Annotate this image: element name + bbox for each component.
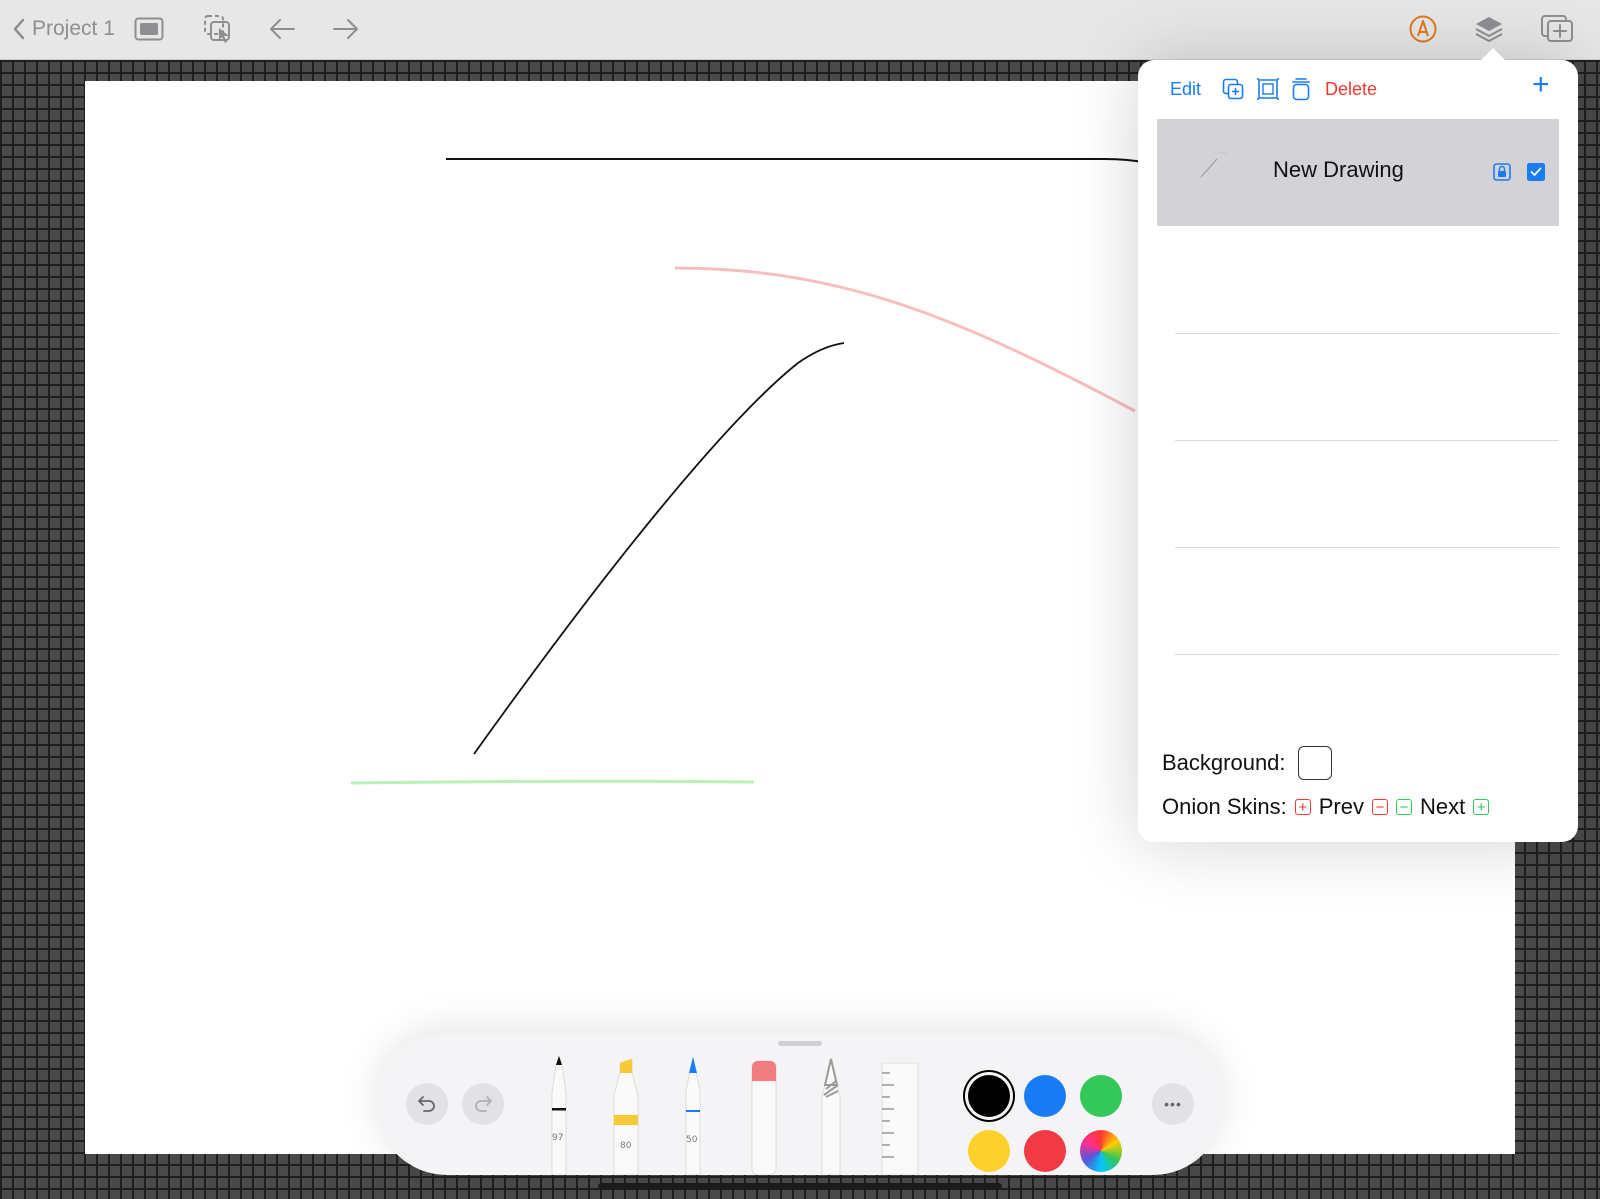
checkmark-icon bbox=[1527, 163, 1545, 181]
empty-layer-divider bbox=[1175, 440, 1559, 441]
color-picker[interactable] bbox=[1080, 1130, 1122, 1172]
arrow-left-icon bbox=[270, 19, 295, 39]
select-button[interactable] bbox=[203, 12, 233, 46]
background-row: Background: bbox=[1162, 746, 1332, 780]
prev-plus-button[interactable]: + bbox=[1294, 799, 1311, 815]
background-color-swatch[interactable] bbox=[1297, 746, 1332, 780]
trash-icon bbox=[1292, 78, 1310, 101]
onion-skins-row: Onion Skins: + Prev − − Next + bbox=[1162, 794, 1490, 820]
ruler-icon bbox=[881, 1062, 919, 1176]
prev-minus-button[interactable]: − bbox=[1371, 799, 1388, 815]
merge-icon bbox=[1257, 78, 1279, 100]
layers-popover: Edit Delete + New Drawing Background: On… bbox=[1138, 48, 1578, 842]
top-toolbar: Project 1 bbox=[0, 0, 1600, 60]
undo-frame-button[interactable] bbox=[268, 12, 296, 46]
eraser-tool[interactable] bbox=[748, 1059, 780, 1180]
add-frame-icon bbox=[1541, 15, 1573, 42]
select-icon bbox=[204, 15, 230, 43]
tool-palette: 97 80 50 ••• bbox=[376, 1033, 1224, 1176]
add-layer-button[interactable]: + bbox=[1532, 68, 1550, 101]
pen-width-label: 97 bbox=[552, 1133, 564, 1143]
screen-button[interactable] bbox=[134, 12, 164, 46]
more-button[interactable]: ••• bbox=[1152, 1083, 1194, 1125]
more-icon: ••• bbox=[1164, 1096, 1182, 1112]
layers-icon bbox=[1475, 17, 1503, 42]
empty-layer-divider bbox=[1175, 333, 1559, 334]
pencil-width-label: 50 bbox=[686, 1135, 698, 1145]
layer-thumbnail bbox=[1200, 152, 1227, 178]
empty-layer-divider bbox=[1175, 654, 1559, 655]
palette-grabber[interactable] bbox=[778, 1041, 822, 1046]
arrow-right-icon bbox=[333, 19, 358, 39]
background-label: Background: bbox=[1162, 750, 1286, 775]
merge-layer-button[interactable] bbox=[1257, 76, 1279, 102]
next-label: Next bbox=[1419, 794, 1466, 819]
undo-icon bbox=[418, 1096, 435, 1112]
pen-tool[interactable]: 97 bbox=[544, 1053, 574, 1180]
pencil-circle-icon bbox=[1409, 15, 1437, 43]
lasso-icon bbox=[821, 1058, 841, 1176]
duplicate-layer-button[interactable] bbox=[1222, 76, 1244, 102]
color-black[interactable] bbox=[968, 1075, 1010, 1117]
prev-label: Prev bbox=[1318, 794, 1364, 819]
layer-visibility-checkbox[interactable] bbox=[1527, 163, 1545, 186]
add-frame-button[interactable] bbox=[1540, 12, 1574, 46]
color-green[interactable] bbox=[1080, 1075, 1122, 1117]
layers-toolbar: Edit Delete + bbox=[1138, 60, 1578, 118]
onion-skins-label: Onion Skins: bbox=[1162, 794, 1287, 819]
redo-icon bbox=[475, 1096, 492, 1112]
clear-layer-button[interactable] bbox=[1291, 76, 1311, 102]
color-yellow[interactable] bbox=[968, 1130, 1010, 1172]
undo-button[interactable] bbox=[406, 1083, 448, 1125]
delete-button[interactable]: Delete bbox=[1325, 76, 1377, 102]
color-red[interactable] bbox=[1024, 1130, 1066, 1172]
eraser-icon bbox=[751, 1060, 777, 1176]
layer-lock-toggle[interactable] bbox=[1493, 163, 1511, 186]
layers-button[interactable] bbox=[1474, 12, 1504, 46]
redo-frame-button[interactable] bbox=[332, 12, 360, 46]
chevron-left-icon bbox=[13, 18, 25, 40]
pencil-icon bbox=[685, 1056, 701, 1176]
pencil-mode-button[interactable] bbox=[1408, 12, 1438, 46]
pen-icon bbox=[551, 1054, 567, 1176]
edit-button[interactable]: Edit bbox=[1170, 76, 1201, 102]
back-button[interactable]: Project 1 bbox=[12, 12, 115, 46]
marker-width-label: 80 bbox=[620, 1141, 632, 1151]
home-indicator bbox=[598, 1183, 1002, 1189]
back-label: Project 1 bbox=[32, 17, 115, 40]
next-plus-button[interactable]: + bbox=[1473, 799, 1490, 815]
next-minus-button[interactable]: − bbox=[1395, 799, 1412, 815]
layer-row[interactable]: New Drawing bbox=[1157, 119, 1559, 226]
lock-icon bbox=[1493, 163, 1511, 181]
marker-tool[interactable]: 80 bbox=[610, 1058, 642, 1180]
pencil-tool[interactable]: 50 bbox=[678, 1055, 708, 1180]
empty-layer-divider bbox=[1175, 547, 1559, 548]
color-blue[interactable] bbox=[1024, 1075, 1066, 1117]
screen-icon bbox=[134, 17, 164, 41]
layer-name: New Drawing bbox=[1273, 157, 1404, 182]
redo-button[interactable] bbox=[462, 1083, 504, 1125]
duplicate-icon bbox=[1222, 78, 1244, 100]
marker-icon bbox=[613, 1058, 639, 1176]
lasso-tool[interactable] bbox=[816, 1057, 846, 1180]
ruler-tool[interactable] bbox=[880, 1061, 920, 1180]
